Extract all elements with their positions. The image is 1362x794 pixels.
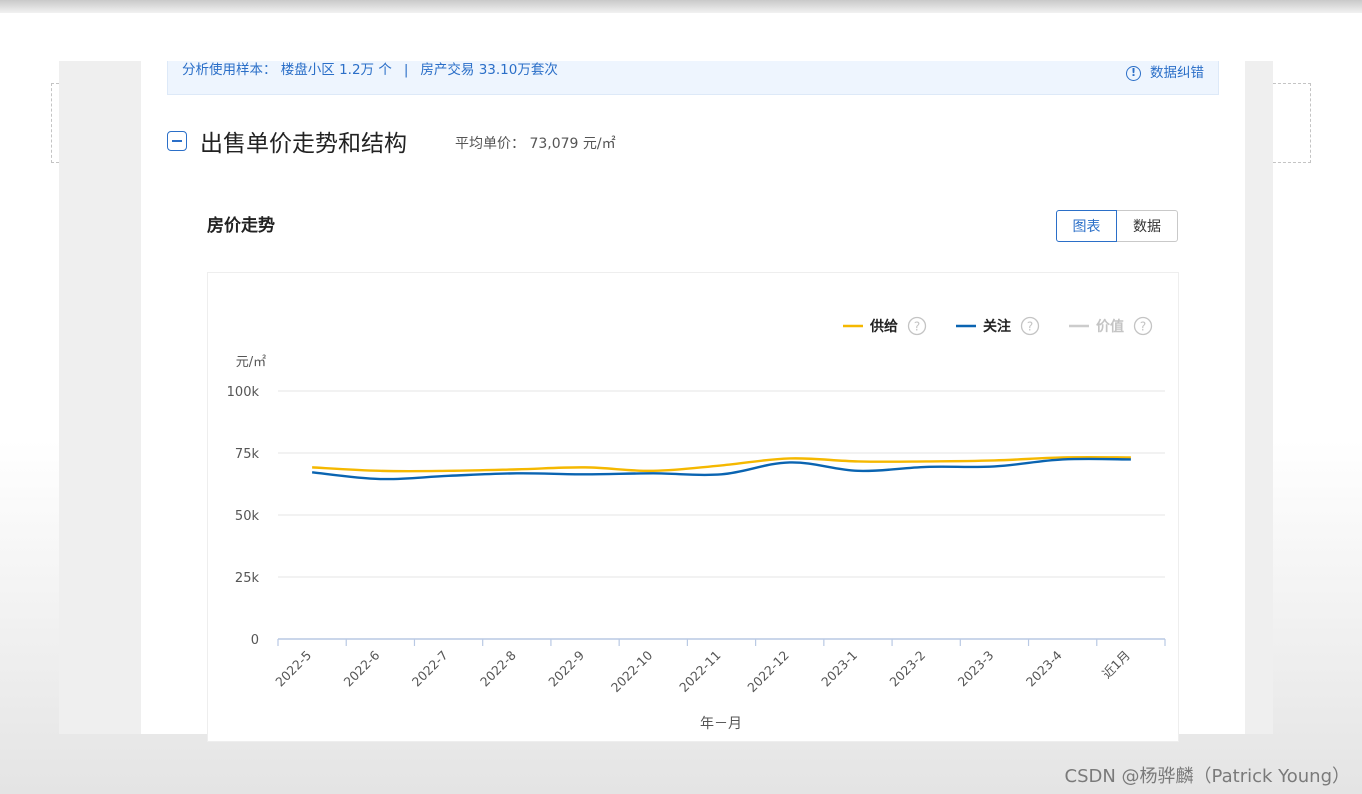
x-axis-label: 年－月 [700,716,742,732]
sample-info: 分析使用样本： 楼盘小区 1.2万 个 | 房产交易 33.10万套次 [182,61,558,79]
y-tick-label: 50k [235,509,260,524]
question-mark-glyph: ? [1140,320,1146,334]
question-mark-glyph: ? [914,320,920,334]
question-mark-glyph: ? [1027,320,1033,334]
x-tick-label: 2022-5 [272,648,314,690]
average-price: 平均单价： 73,079 元/㎡ [455,135,616,152]
x-tick-label: 2022-11 [676,648,724,696]
y-tick-label: 100k [227,385,260,400]
data-view-button[interactable]: 数据 [1117,210,1178,242]
x-tick-label: 2022-12 [744,648,792,696]
info-separator: | [403,62,409,78]
collapse-minus-icon[interactable] [167,131,187,151]
y-tick-label: 0 [251,633,259,648]
legend-label: 价值 [1096,318,1124,335]
y-axis-label: 元/㎡ [236,355,266,370]
x-tick-label: 2023-4 [1023,647,1065,689]
x-tick-label: 2023-1 [818,648,860,690]
legend-label: 供给 [869,318,898,335]
sample-info-bar: 分析使用样本： 楼盘小区 1.2万 个 | 房产交易 33.10万套次 ! 数据纠错 [167,61,1219,95]
price-trend-chart: 元/㎡ 0 25k 50k 75k 100k 2022-5 2022-6 2022-7 2022-… [227,316,1166,732]
info-icon: ! [1126,65,1141,81]
x-tick-label: 2023-2 [886,648,928,690]
data-correction-link[interactable]: ! 数据纠错 [1126,63,1204,83]
transaction-count: 房产交易 33.10万套次 [420,62,558,78]
x-tick-label: 2022-8 [477,647,519,689]
x-tick-label: 2022-7 [409,648,451,690]
chart-title: 房价走势 [207,216,275,236]
y-tick-label: 25k [235,571,260,586]
x-tick-label: 2023-3 [955,648,997,690]
sample-label: 分析使用样本： [182,62,277,78]
x-tick-label: 2022-6 [341,647,383,689]
x-tick-label: 2022-9 [545,647,587,689]
series-line-1 [311,457,1131,481]
chart-view-button[interactable]: 图表 [1056,210,1117,242]
chart-container: 元/㎡ 0 25k 50k 75k 100k 2022-5 2022-6 2022-7 2022-… [207,272,1179,742]
legend-label: 关注 [983,318,1011,335]
watermark: CSDN @杨骅麟（Patrick Young） [1064,766,1350,787]
x-tick-label: 近1月 [1099,648,1133,682]
section-header: 出售单价走势和结构 平均单价： 73,079 元/㎡ [167,124,616,158]
view-toggle: 图表 数据 [1056,210,1179,242]
community-count: 楼盘小区 1.2万 个 [280,62,392,78]
browser-top-strip [0,0,1362,13]
data-correction-label: 数据纠错 [1150,65,1204,81]
x-tick-label: 2022-10 [608,647,656,695]
y-tick-label: 75k [235,447,260,462]
section-title: 出售单价走势和结构 [200,131,407,157]
